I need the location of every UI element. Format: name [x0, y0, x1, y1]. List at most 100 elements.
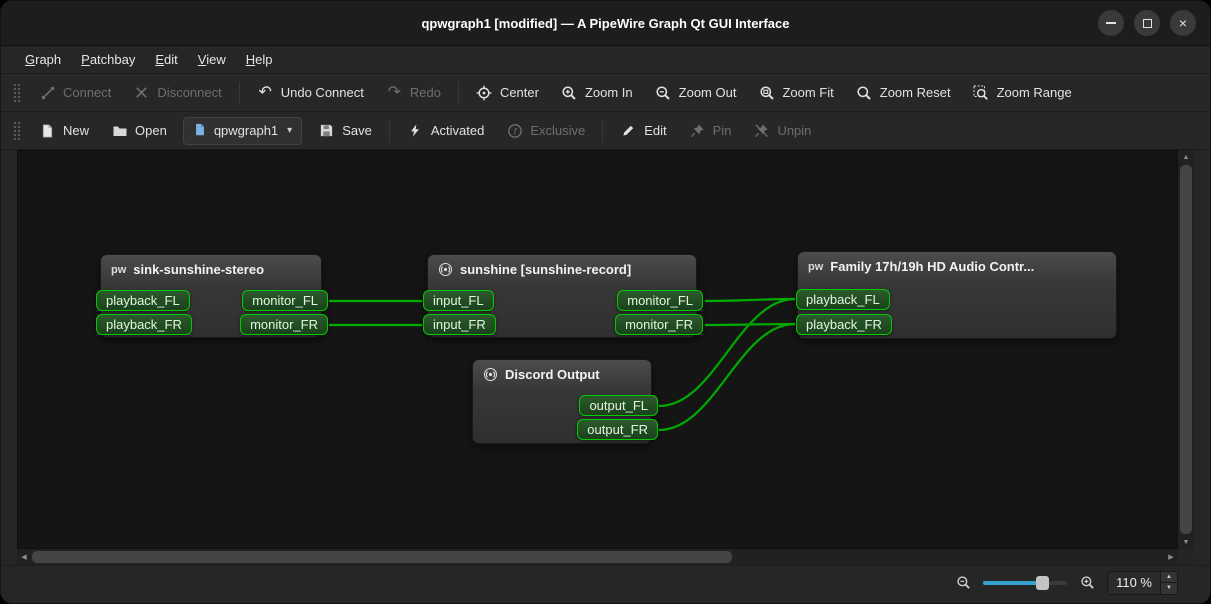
redo-button[interactable]: ↷ Redo — [375, 78, 452, 107]
zoom-spin-down-button[interactable]: ▼ — [1161, 582, 1177, 594]
lightning-icon — [407, 122, 424, 139]
center-button[interactable]: Center — [465, 78, 550, 107]
patchbay-combo[interactable]: qpwgraph1 ▾ — [183, 117, 302, 145]
pin-button[interactable]: Pin — [678, 116, 743, 145]
open-folder-icon — [111, 122, 128, 139]
app-window: qpwgraph1 [modified] — A PipeWire Graph … — [0, 0, 1211, 604]
zoom-slider[interactable] — [983, 575, 1067, 591]
port-output[interactable]: monitor_FR — [615, 314, 703, 335]
toolbar-separator — [602, 120, 603, 142]
disconnect-button[interactable]: Disconnect — [122, 78, 232, 107]
minimize-icon — [1106, 22, 1116, 24]
port-input[interactable]: playback_FL — [96, 290, 190, 311]
svg-text:f: f — [513, 126, 517, 137]
undo-icon: ↶ — [257, 84, 274, 101]
edit-button[interactable]: Edit — [609, 116, 677, 145]
new-button[interactable]: New — [28, 116, 100, 145]
port-output[interactable]: monitor_FL — [242, 290, 328, 311]
node-title: sink-sunshine-stereo — [133, 262, 264, 277]
zoom-spinbox[interactable]: 110 % ▲ ▼ — [1107, 571, 1178, 595]
port-output[interactable]: monitor_FL — [617, 290, 703, 311]
vertical-scrollbar[interactable]: ▲ ▼ — [1178, 150, 1194, 549]
activated-button[interactable]: Activated — [396, 116, 495, 145]
zoom-range-icon — [973, 84, 990, 101]
disconnect-icon — [133, 84, 150, 101]
titlebar[interactable]: qpwgraph1 [modified] — A PipeWire Graph … — [1, 1, 1210, 46]
close-button[interactable]: × — [1170, 10, 1196, 36]
redo-icon: ↷ — [386, 84, 403, 101]
zoom-slider-handle[interactable] — [1036, 576, 1049, 590]
close-icon: × — [1179, 16, 1187, 30]
connect-button[interactable]: Connect — [28, 78, 122, 107]
maximize-icon — [1143, 19, 1152, 28]
zoom-value[interactable]: 110 % — [1108, 572, 1160, 594]
toolbar-graph: Connect Disconnect ↶ Undo Connect ↷ Redo… — [1, 74, 1210, 112]
zoom-out-button[interactable]: Zoom Out — [644, 78, 748, 107]
zoom-in-icon — [561, 84, 578, 101]
node-sink-sunshine-stereo[interactable]: pw sink-sunshine-stereo playback_FL play… — [100, 254, 322, 338]
menubar: Graph Patchbay Edit View Help — [1, 46, 1210, 74]
vertical-scrollbar-thumb[interactable] — [1180, 165, 1192, 534]
unpin-button[interactable]: Unpin — [742, 116, 822, 145]
connection-line[interactable] — [705, 299, 795, 301]
horizontal-scrollbar-thumb[interactable] — [32, 551, 732, 563]
connection-line[interactable] — [659, 324, 795, 430]
window-title: qpwgraph1 [modified] — A PipeWire Graph … — [421, 16, 789, 31]
window-controls: × — [1098, 1, 1196, 45]
scroll-up-arrow[interactable]: ▲ — [1178, 150, 1194, 164]
center-icon — [476, 84, 493, 101]
pipewire-icon: pw — [808, 261, 823, 273]
pipewire-icon: pw — [111, 264, 126, 276]
port-input[interactable]: input_FR — [423, 314, 496, 335]
toolbar-drag-handle[interactable] — [13, 121, 20, 141]
minimize-button[interactable] — [1098, 10, 1124, 36]
zoom-reset-button[interactable]: Zoom Reset — [845, 78, 962, 107]
connections-layer — [18, 151, 1177, 548]
toolbar-separator — [389, 120, 390, 142]
menu-help[interactable]: Help — [236, 46, 283, 73]
main-area: pw sink-sunshine-stereo playback_FL play… — [17, 150, 1194, 565]
port-input[interactable]: input_FL — [423, 290, 494, 311]
port-output[interactable]: output_FR — [577, 419, 658, 440]
port-input[interactable]: playback_FR — [96, 314, 192, 335]
scroll-right-arrow[interactable]: ▶ — [1164, 549, 1178, 565]
zoom-range-button[interactable]: Zoom Range — [962, 78, 1083, 107]
zoom-spin-up-button[interactable]: ▲ — [1161, 572, 1177, 583]
exclusive-button[interactable]: f Exclusive — [495, 116, 596, 145]
node-sunshine[interactable]: sunshine [sunshine-record] input_FL inpu… — [427, 254, 697, 338]
zoom-in-small-icon — [1079, 575, 1095, 591]
scrollbar-corner — [1178, 549, 1194, 565]
port-output[interactable]: monitor_FR — [240, 314, 328, 335]
maximize-button[interactable] — [1134, 10, 1160, 36]
menu-graph[interactable]: Graph — [15, 46, 71, 73]
zoom-in-button[interactable]: Zoom In — [550, 78, 644, 107]
patchbay-document-icon — [193, 122, 207, 140]
save-icon — [318, 122, 335, 139]
chevron-down-icon: ▾ — [287, 125, 292, 136]
port-input[interactable]: playback_FR — [796, 314, 892, 335]
graph-canvas[interactable]: pw sink-sunshine-stereo playback_FL play… — [17, 150, 1178, 549]
pencil-icon — [620, 122, 637, 139]
node-family-hd-audio[interactable]: pw Family 17h/19h HD Audio Contr... play… — [797, 251, 1117, 339]
node-title: sunshine [sunshine-record] — [460, 262, 631, 277]
open-button[interactable]: Open — [100, 116, 178, 145]
horizontal-scrollbar[interactable]: ◀ ▶ — [17, 549, 1178, 565]
port-output[interactable]: output_FL — [579, 395, 658, 416]
save-button[interactable]: Save — [307, 116, 383, 145]
menu-view[interactable]: View — [188, 46, 236, 73]
port-input[interactable]: playback_FL — [796, 289, 890, 310]
zoom-out-small-icon — [955, 575, 971, 591]
scroll-down-arrow[interactable]: ▼ — [1178, 535, 1194, 549]
connection-line[interactable] — [705, 324, 795, 325]
exclusive-icon: f — [506, 122, 523, 139]
toolbar-separator — [239, 82, 240, 104]
node-discord-output[interactable]: Discord Output output_FL output_FR — [472, 359, 652, 444]
pin-icon — [689, 122, 706, 139]
monitor-icon — [483, 367, 498, 382]
undo-connect-button[interactable]: ↶ Undo Connect — [246, 78, 375, 107]
zoom-fit-button[interactable]: Zoom Fit — [747, 78, 844, 107]
scroll-left-arrow[interactable]: ◀ — [17, 549, 31, 565]
menu-patchbay[interactable]: Patchbay — [71, 46, 145, 73]
menu-edit[interactable]: Edit — [145, 46, 187, 73]
toolbar-drag-handle[interactable] — [13, 83, 20, 103]
